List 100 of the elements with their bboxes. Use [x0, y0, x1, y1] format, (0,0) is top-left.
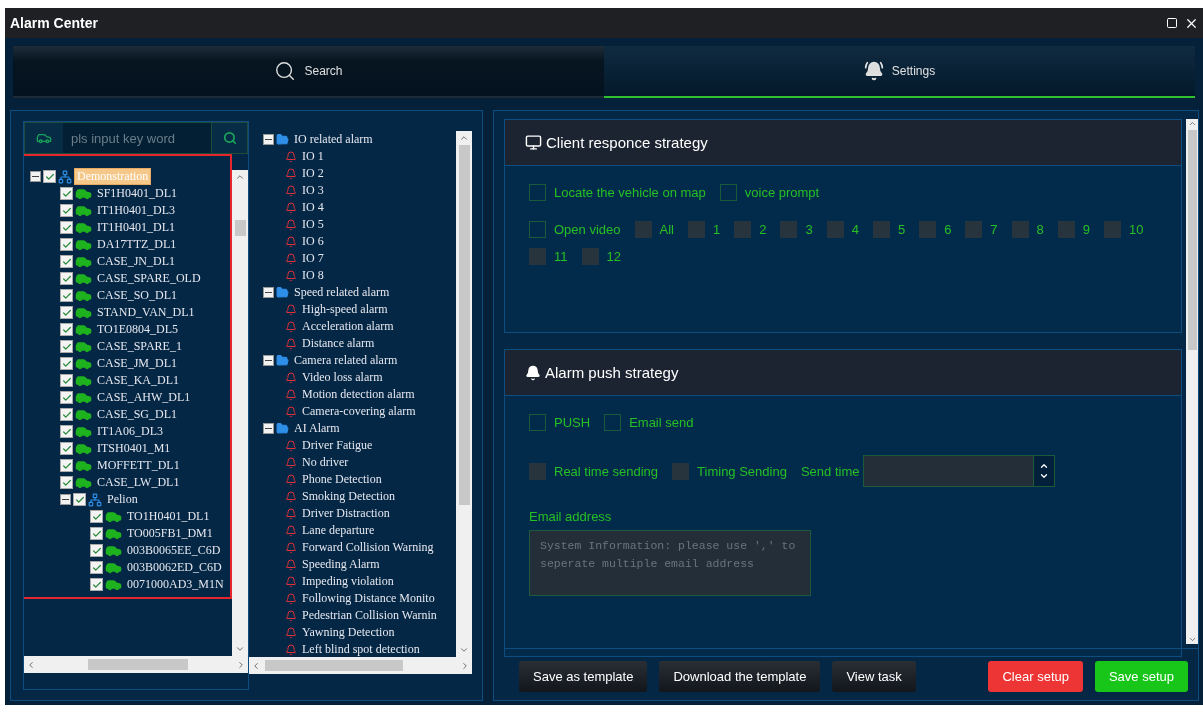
checkbox[interactable]	[60, 306, 73, 319]
collapse-toggle[interactable]	[263, 287, 274, 298]
collapse-toggle[interactable]	[60, 494, 71, 505]
alarm-type[interactable]: Motion detection alarm	[299, 386, 418, 403]
vehicle-name[interactable]: CASE_SG_DL1	[94, 406, 180, 423]
vehicle-name[interactable]: ITSH0401_M1	[94, 440, 174, 457]
action-button[interactable]: View task	[832, 661, 916, 692]
alarm-type[interactable]: High-speed alarm	[299, 301, 391, 318]
checkbox[interactable]	[60, 425, 73, 438]
checkbox[interactable]	[604, 414, 622, 431]
alarm-type[interactable]: Lane departure	[299, 522, 378, 539]
vehicle-name[interactable]: CASE_JM_DL1	[94, 355, 180, 372]
checkbox[interactable]	[73, 493, 86, 506]
scroll-thumb[interactable]	[1187, 130, 1197, 350]
spin-down-icon[interactable]	[1039, 471, 1050, 481]
alarm-group-name[interactable]: AI Alarm	[291, 420, 343, 437]
alarm-type[interactable]: IO 8	[299, 267, 327, 284]
checkbox[interactable]	[60, 272, 73, 285]
vertical-scrollbar[interactable]	[232, 170, 248, 656]
alarm-type[interactable]: Driver Distraction	[299, 505, 393, 522]
vehicle-name[interactable]: MOFFETT_DL1	[94, 457, 183, 474]
alarm-type[interactable]: Forward Collision Warning	[299, 539, 437, 556]
collapse-toggle[interactable]	[263, 134, 274, 145]
alarm-group-name[interactable]: Camera related alarm	[291, 352, 401, 369]
vehicle-name[interactable]: CASE_AHW_DL1	[94, 389, 194, 406]
scroll-thumb[interactable]	[234, 220, 246, 236]
checkbox[interactable]	[90, 527, 103, 540]
checkbox[interactable]	[60, 340, 73, 353]
checkbox[interactable]	[90, 578, 103, 591]
vehicle-name[interactable]: IT1H0401_DL1	[94, 219, 178, 236]
checkbox[interactable]	[60, 391, 73, 404]
alarm-group-name[interactable]: IO related alarm	[291, 131, 376, 148]
checkbox[interactable]	[60, 255, 73, 268]
checkbox[interactable]	[90, 544, 103, 557]
checkbox[interactable]	[60, 408, 73, 421]
checkbox[interactable]	[529, 184, 546, 201]
action-button[interactable]: Download the template	[659, 661, 821, 692]
checkbox[interactable]	[60, 323, 73, 336]
alarm-type[interactable]: Phone Detection	[299, 471, 385, 488]
alarm-type[interactable]: Following Distance Monito	[299, 590, 438, 607]
collapse-toggle[interactable]	[263, 355, 274, 366]
alarm-type[interactable]: Pedestrian Collision Warnin	[299, 607, 440, 624]
checkbox[interactable]	[43, 170, 56, 183]
scroll-thumb[interactable]	[265, 660, 403, 671]
alarm-type[interactable]: Distance alarm	[299, 335, 378, 352]
vehicle-name[interactable]: STAND_VAN_DL1	[94, 304, 198, 321]
checkbox[interactable]	[60, 476, 73, 489]
checkbox[interactable]	[60, 357, 73, 370]
search-field[interactable]: pls input key word	[63, 123, 211, 153]
tab[interactable]: Settings	[604, 46, 1195, 98]
alarm-type[interactable]: No driver	[299, 454, 352, 471]
checkbox[interactable]	[60, 221, 73, 234]
group-name[interactable]: Pelion	[104, 491, 141, 508]
scroll-thumb[interactable]	[458, 145, 470, 505]
alarm-type[interactable]: Video loss alarm	[299, 369, 386, 386]
checkbox[interactable]	[60, 374, 73, 387]
vertical-scrollbar[interactable]	[1186, 119, 1198, 644]
vehicle-name[interactable]: TO1E0804_DL5	[94, 321, 182, 338]
vehicle-name[interactable]: DA17TTZ_DL1	[94, 236, 180, 253]
vehicle-name[interactable]: IT1H0401_DL3	[94, 202, 178, 219]
maximize-button[interactable]	[1166, 15, 1178, 31]
alarm-type[interactable]: IO 7	[299, 250, 327, 267]
collapse-toggle[interactable]	[263, 423, 274, 434]
alarm-type[interactable]: IO 2	[299, 165, 327, 182]
clear-button[interactable]: Clear setup	[988, 661, 1083, 692]
vehicle-name[interactable]: CASE_KA_DL1	[94, 372, 182, 389]
collapse-toggle[interactable]	[30, 171, 41, 182]
vehicle-name[interactable]: SF1H0401_DL1	[94, 185, 180, 202]
checkbox[interactable]	[60, 442, 73, 455]
email-field[interactable]: System Information: please use ',' to seperate multiple email address	[529, 530, 811, 596]
checkbox[interactable]	[60, 204, 73, 217]
alarm-type[interactable]: IO 3	[299, 182, 327, 199]
alarm-type[interactable]: Driver Fatigue	[299, 437, 376, 454]
spin-up-icon[interactable]	[1039, 461, 1050, 471]
vertical-scrollbar[interactable]	[456, 131, 472, 657]
vehicle-name[interactable]: CASE_JN_DL1	[94, 253, 178, 270]
alarm-type[interactable]: Yawning Detection	[299, 624, 398, 641]
vehicle-name[interactable]: IT1A06_DL3	[94, 423, 166, 440]
checkbox[interactable]	[60, 459, 73, 472]
alarm-type[interactable]: Left blind spot detection	[299, 641, 423, 657]
alarm-type[interactable]: IO 6	[299, 233, 327, 250]
alarm-type[interactable]: Impeding violation	[299, 573, 397, 590]
alarm-type[interactable]: IO 1	[299, 148, 327, 165]
horizontal-scrollbar[interactable]	[24, 656, 248, 673]
checkbox[interactable]	[90, 561, 103, 574]
vehicle-name[interactable]: TO005FB1_DM1	[124, 525, 216, 542]
vehicle-name[interactable]: TO1H0401_DL1	[124, 508, 213, 525]
action-button[interactable]: Save as template	[519, 661, 648, 692]
time-field[interactable]	[863, 455, 1056, 487]
checkbox[interactable]	[60, 289, 73, 302]
alarm-type[interactable]: IO 5	[299, 216, 327, 233]
vehicle-name[interactable]: 003B0065EE_C6D	[124, 542, 224, 559]
checkbox[interactable]	[60, 187, 73, 200]
vehicle-name[interactable]: CASE_SPARE_OLD	[94, 270, 204, 287]
vehicle-name[interactable]: CASE_SPARE_1	[94, 338, 185, 355]
scroll-thumb[interactable]	[88, 659, 188, 670]
vehicle-name[interactable]: CASE_LW_DL1	[94, 474, 183, 491]
checkbox[interactable]	[529, 414, 546, 431]
alarm-type[interactable]: Smoking Detection	[299, 488, 398, 505]
tab[interactable]: Search	[13, 46, 604, 98]
